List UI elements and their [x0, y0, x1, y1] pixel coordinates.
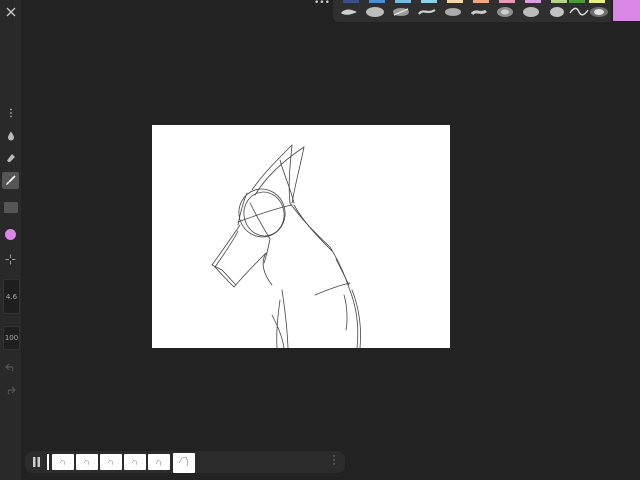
sketch-drawing: [211, 144, 361, 348]
color-swatch-9[interactable]: [551, 0, 567, 3]
pause-icon: [32, 457, 40, 467]
frame-thumbnail-5[interactable]: [148, 454, 170, 470]
frame-thumbnail-6[interactable]: [173, 453, 195, 473]
flat-brush-icon[interactable]: [469, 6, 489, 18]
frame-marker: [47, 454, 49, 470]
color-swatch-2[interactable]: [369, 0, 385, 3]
brush-size-value: 4.6: [5, 292, 18, 301]
close-icon[interactable]: [0, 4, 21, 20]
palette-menu-icon[interactable]: •••: [314, 0, 330, 8]
layer-icon[interactable]: [0, 200, 21, 214]
layer-thumbnail: [3, 201, 18, 213]
wave-brush-icon[interactable]: [569, 6, 589, 18]
color-picker-button[interactable]: [0, 227, 21, 241]
scatter-brush-icon[interactable]: [391, 6, 411, 18]
glow-brush-icon[interactable]: [589, 6, 609, 18]
color-swatch-6[interactable]: [473, 0, 489, 3]
color-brush-palette: [333, 0, 611, 22]
round-brush-icon[interactable]: [521, 6, 541, 18]
undo-icon[interactable]: [0, 360, 21, 374]
eraser-icon[interactable]: [0, 150, 21, 166]
pencil-brush-icon[interactable]: [443, 6, 463, 18]
frame-thumbnail-4[interactable]: [124, 454, 146, 470]
ink-brush-icon[interactable]: [417, 6, 437, 18]
current-color-dot: [5, 228, 16, 240]
more-options-icon[interactable]: [0, 106, 21, 120]
frame-thumbnail-2[interactable]: [76, 454, 98, 470]
color-swatch-8[interactable]: [525, 0, 541, 3]
color-swatch-11[interactable]: [589, 0, 605, 3]
airbrush-icon[interactable]: [495, 6, 515, 18]
opacity-value: 100: [4, 334, 19, 342]
frame-thumbnail-3[interactable]: [100, 454, 122, 470]
color-swatch-10[interactable]: [569, 0, 585, 3]
left-toolbar: 4.6 100: [0, 0, 21, 480]
smudge-brush-icon[interactable]: [339, 6, 359, 18]
timeline-menu-icon[interactable]: · · ·: [329, 453, 339, 470]
blob-brush-icon[interactable]: [547, 6, 567, 18]
fill-drop-icon[interactable]: [0, 128, 21, 144]
brush-tool-icon[interactable]: [2, 172, 19, 189]
color-swatch-4[interactable]: [421, 0, 437, 3]
animation-timeline: · · ·: [25, 451, 345, 473]
redo-icon[interactable]: [0, 383, 21, 397]
pause-button[interactable]: [29, 455, 43, 469]
frame-thumbnail-1[interactable]: [52, 454, 74, 470]
current-color-swatch[interactable]: [613, 0, 640, 21]
color-swatch-7[interactable]: [499, 0, 515, 3]
color-swatch-3[interactable]: [395, 0, 411, 3]
color-swatch-1[interactable]: [343, 0, 359, 3]
brush-size-slider[interactable]: 4.6: [3, 279, 20, 314]
drawing-canvas[interactable]: [152, 125, 450, 348]
color-swatch-5[interactable]: [447, 0, 463, 3]
soft-brush-icon[interactable]: [365, 6, 385, 18]
transform-icon[interactable]: [0, 252, 21, 266]
opacity-slider[interactable]: 100: [3, 326, 20, 350]
